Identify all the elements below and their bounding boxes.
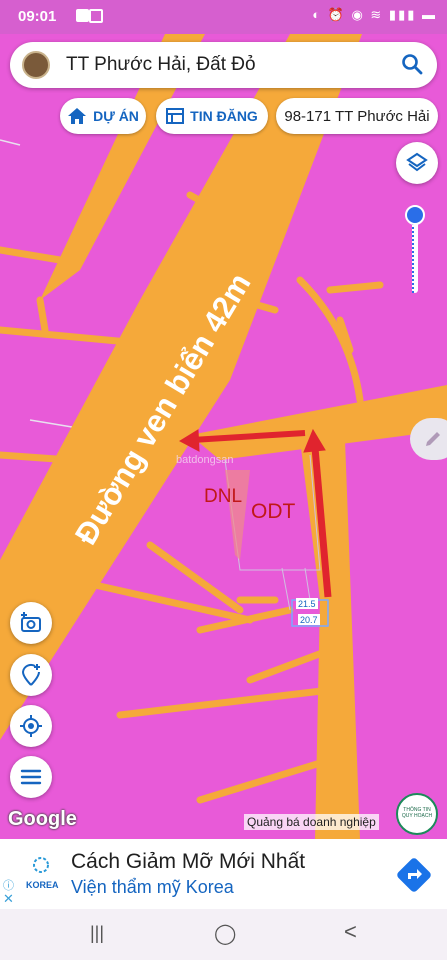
location-chip[interactable]: 98-171 TT Phước Hải <box>276 98 438 134</box>
watermark: batdongsan <box>176 454 234 466</box>
layers-button[interactable] <box>396 142 438 184</box>
camera-add-icon <box>21 612 41 632</box>
menu-icon <box>20 769 42 785</box>
my-location-button[interactable] <box>10 705 52 747</box>
planning-info-badge[interactable]: THÔNG TIN QUY HOẠCH <box>396 793 438 835</box>
projects-chip-label: DỰ ÁN <box>93 108 139 124</box>
layers-icon <box>406 152 428 172</box>
ad-subtitle[interactable]: Viện thẩm mỹ Korea <box>71 877 234 898</box>
ad-banner[interactable]: ⓘ ✕ KOREA Cách Giảm Mỡ Mới Nhất Viện thẩ… <box>0 839 447 909</box>
map-canvas[interactable]: Đường ven biển 42m DNL ODT batdongsan 21… <box>0 34 447 839</box>
ad-logo: KOREA <box>18 853 64 895</box>
listings-chip-label: TIN ĐĂNG <box>190 108 258 124</box>
listings-chip[interactable]: TIN ĐĂNG <box>156 98 268 134</box>
add-location-button[interactable] <box>10 654 52 696</box>
google-logo: Google <box>8 808 77 830</box>
listing-icon <box>166 108 185 124</box>
location-chip-label: 98-171 TT Phước Hải <box>284 107 430 125</box>
menu-button[interactable] <box>10 756 52 798</box>
ad-logo-text: KOREA <box>26 880 59 890</box>
projects-chip[interactable]: DỰ ÁN <box>60 98 146 134</box>
search-icon[interactable] <box>401 53 423 75</box>
crosshair-icon <box>20 715 42 737</box>
avatar[interactable] <box>22 51 50 79</box>
zone-label-odt: ODT <box>251 500 296 523</box>
dimension-top: 21.5 <box>298 599 316 609</box>
directions-icon[interactable] <box>393 854 435 896</box>
ad-close-icon[interactable]: ✕ <box>3 891 14 907</box>
opacity-slider-knob[interactable] <box>405 205 425 225</box>
search-bar[interactable]: TT Phước Hải, Đất Đỏ <box>10 42 437 88</box>
system-nav-bar: ||| ◯ < <box>0 909 447 960</box>
dimension-bottom: 20.7 <box>300 615 318 625</box>
home-icon <box>68 108 87 124</box>
image-notification-icon <box>76 9 89 22</box>
home-button[interactable]: ◯ <box>214 921 236 946</box>
opacity-slider-fill <box>412 215 418 293</box>
location-add-icon <box>21 663 40 686</box>
back-button[interactable]: < <box>344 919 357 945</box>
search-input[interactable]: TT Phước Hải, Đất Đỏ <box>66 54 256 76</box>
status-icons: ◐ ⏰ ◉ ≋ ▮▮▮ ▬ <box>312 7 437 22</box>
draw-tool-tab[interactable] <box>410 418 447 460</box>
recent-apps-button[interactable]: ||| <box>90 923 104 944</box>
status-bar: 09:01 ◐ ⏰ ◉ ≋ ▮▮▮ ▬ <box>0 0 447 34</box>
zone-label-dnl: DNL <box>204 486 242 507</box>
check-notification-icon <box>89 9 103 23</box>
status-time: 09:01 <box>18 8 57 25</box>
pencil-icon <box>426 432 440 446</box>
camera-add-button[interactable] <box>10 602 52 644</box>
promo-link[interactable]: Quảng bá doanh nghiệp <box>244 814 379 830</box>
ad-title[interactable]: Cách Giảm Mỡ Mới Nhất <box>71 850 305 874</box>
